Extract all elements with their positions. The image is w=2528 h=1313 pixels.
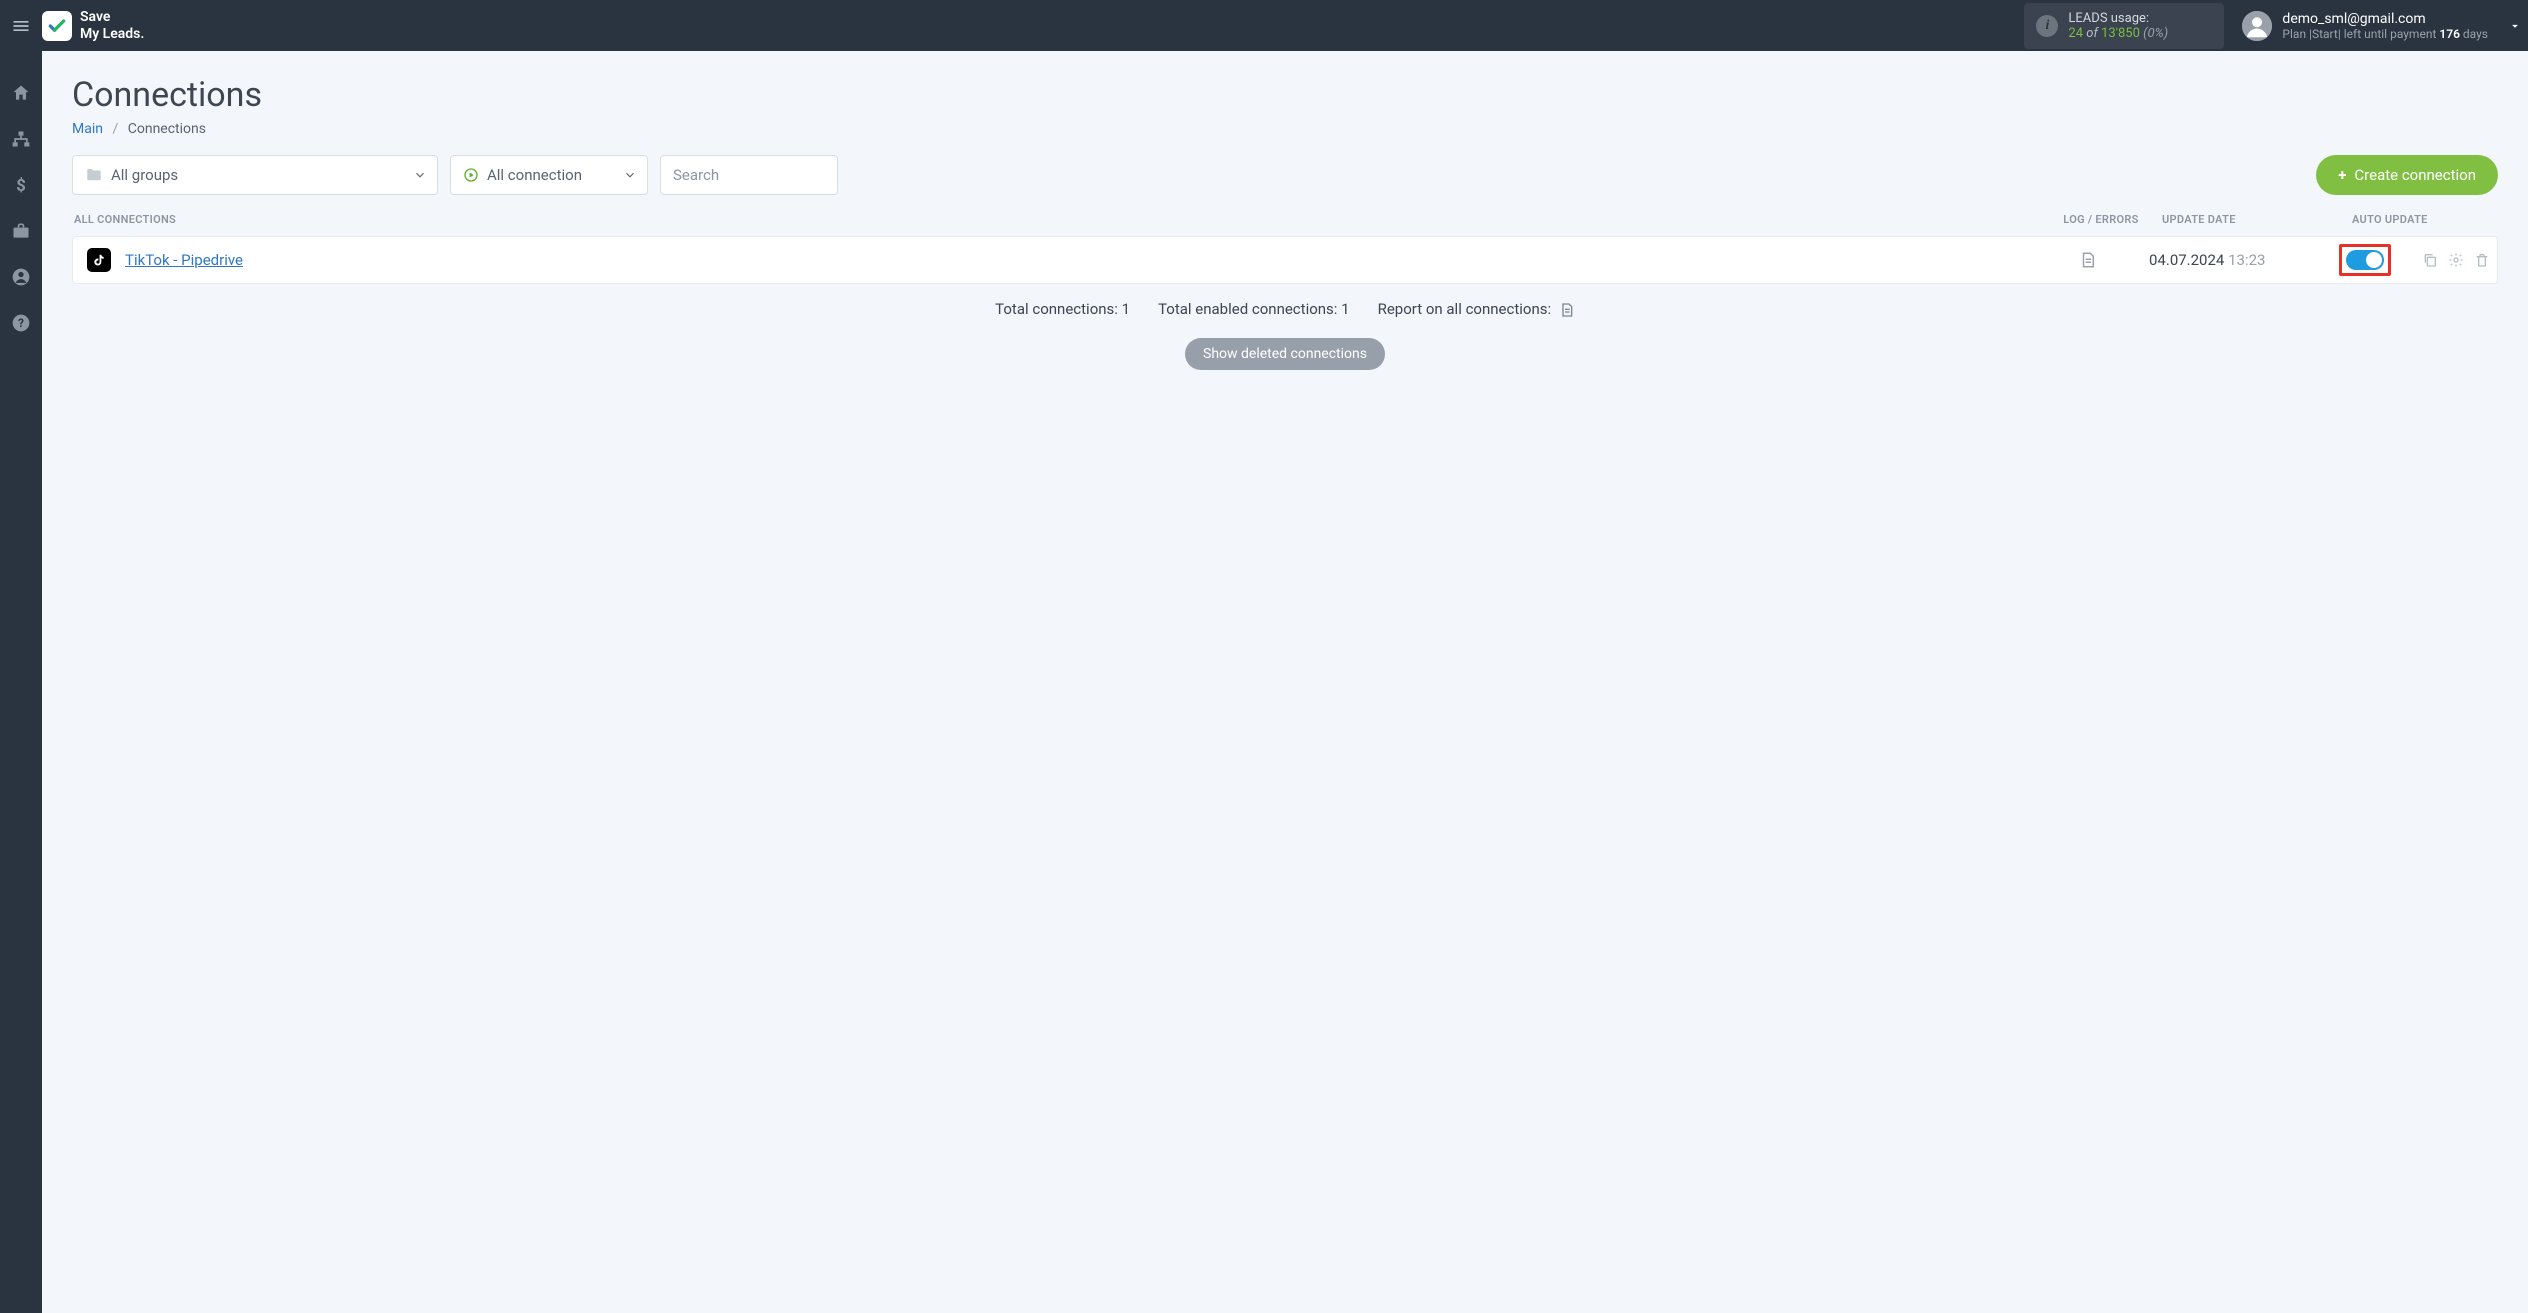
auto-update-highlight <box>2339 244 2391 276</box>
user-circle-icon <box>11 267 31 287</box>
sidebar-item-home[interactable] <box>9 81 33 105</box>
plus-icon: + <box>2338 166 2346 184</box>
svg-text:?: ? <box>18 316 24 330</box>
play-circle-icon <box>463 167 479 183</box>
report-icon[interactable] <box>1559 302 1575 318</box>
summary-report: Report on all connections: <box>1378 300 1575 318</box>
sidebar-item-tools[interactable] <box>9 219 33 243</box>
trash-icon <box>2474 252 2490 268</box>
row-time: 13:23 <box>2228 251 2265 269</box>
hamburger-icon <box>11 16 31 36</box>
connection-name-link[interactable]: TikTok - Pipedrive <box>125 251 2043 269</box>
breadcrumb-main[interactable]: Main <box>72 121 103 137</box>
help-icon: ? <box>11 313 31 333</box>
connection-status-select[interactable]: All connection <box>450 155 648 195</box>
brand-logo <box>42 11 72 41</box>
groups-select-label: All groups <box>111 166 178 184</box>
col-all-connections: All connections <box>74 213 2056 226</box>
auto-update-toggle[interactable] <box>2346 250 2384 270</box>
connection-select-label: All connection <box>487 166 582 184</box>
summary-row: Total connections: 1 Total enabled conne… <box>72 300 2498 318</box>
delete-button[interactable] <box>2473 251 2491 269</box>
show-deleted-button[interactable]: Show deleted connections <box>1185 338 1385 370</box>
brand-text: Save My Leads. <box>80 9 144 41</box>
leads-usage-box: i LEADS usage: 24 of 13'850 (0%) <box>2024 3 2224 49</box>
check-icon <box>47 16 67 36</box>
filters-row: All groups All connection + Create conne… <box>72 155 2498 195</box>
summary-report-label: Report on all connections: <box>1378 300 1552 318</box>
usage-stats: 24 of 13'850 (0%) <box>2068 26 2210 41</box>
hamburger-menu-button[interactable] <box>0 0 42 51</box>
usage-label: LEADS usage: <box>2068 11 2210 26</box>
create-button-label: Create connection <box>2354 166 2476 184</box>
user-menu[interactable]: demo_sml@gmail.com Plan |Start| left unt… <box>2242 11 2488 41</box>
usage-total: 13'850 <box>2101 26 2140 41</box>
tiktok-icon <box>87 248 111 272</box>
gear-icon <box>2448 252 2464 268</box>
table-row: TikTok - Pipedrive 04.07.2024 13:23 <box>72 236 2498 284</box>
topbar: Save My Leads. i LEADS usage: 24 of 13'8… <box>0 0 2528 51</box>
sidebar-item-connections[interactable] <box>9 127 33 151</box>
page-title: Connections <box>72 75 2498 115</box>
sidebar-item-billing[interactable]: $ <box>9 173 33 197</box>
col-date: Update date <box>2146 213 2336 226</box>
user-icon <box>2242 11 2272 41</box>
col-auto: Auto update <box>2336 213 2496 226</box>
auto-cell <box>2323 244 2483 276</box>
main-content: Connections Main / Connections All group… <box>42 51 2528 1313</box>
breadcrumb-sep: / <box>112 121 118 137</box>
user-info: demo_sml@gmail.com Plan |Start| left unt… <box>2282 11 2488 41</box>
avatar <box>2242 11 2272 41</box>
document-icon <box>2079 251 2097 269</box>
usage-of: of <box>2086 26 2098 41</box>
chevron-down-icon <box>623 168 637 182</box>
breadcrumb-current: Connections <box>128 121 206 137</box>
sitemap-icon <box>11 129 31 149</box>
usage-pct: (0%) <box>2143 26 2168 41</box>
home-icon <box>11 83 31 103</box>
search-input[interactable] <box>660 155 838 195</box>
col-log: Log / Errors <box>2056 213 2146 226</box>
copy-icon <box>2422 252 2438 268</box>
row-date: 04.07.2024 <box>2149 251 2224 269</box>
copy-button[interactable] <box>2421 251 2439 269</box>
sidebar: $ ? <box>0 51 42 1313</box>
plan-days: 176 <box>2439 27 2460 41</box>
plan-prefix: Plan |Start| left until payment <box>2282 27 2439 41</box>
user-plan: Plan |Start| left until payment 176 days <box>2282 27 2488 41</box>
user-menu-caret[interactable] <box>2508 19 2522 33</box>
chevron-down-icon <box>2508 19 2522 33</box>
usage-used: 24 <box>2068 26 2083 41</box>
log-cell[interactable] <box>2043 251 2133 269</box>
dollar-icon: $ <box>11 175 31 195</box>
briefcase-icon <box>11 221 31 241</box>
create-connection-button[interactable]: + Create connection <box>2316 155 2498 195</box>
table-header: All connections Log / Errors Update date… <box>72 213 2498 236</box>
settings-button[interactable] <box>2447 251 2465 269</box>
chevron-down-icon <box>413 168 427 182</box>
row-actions <box>2421 251 2491 269</box>
summary-enabled: Total enabled connections: 1 <box>1158 300 1350 318</box>
groups-select[interactable]: All groups <box>72 155 438 195</box>
brand-line2: My Leads. <box>80 26 144 42</box>
plan-suffix: days <box>2460 27 2488 41</box>
brand-line1: Save <box>80 9 144 25</box>
summary-total: Total connections: 1 <box>995 300 1130 318</box>
breadcrumb: Main / Connections <box>72 121 2498 137</box>
folder-icon <box>85 166 103 184</box>
info-icon: i <box>2036 15 2058 37</box>
user-email: demo_sml@gmail.com <box>2282 11 2488 27</box>
svg-text:$: $ <box>16 177 26 195</box>
sidebar-item-help[interactable]: ? <box>9 311 33 335</box>
sidebar-item-account[interactable] <box>9 265 33 289</box>
date-cell: 04.07.2024 13:23 <box>2133 251 2323 269</box>
